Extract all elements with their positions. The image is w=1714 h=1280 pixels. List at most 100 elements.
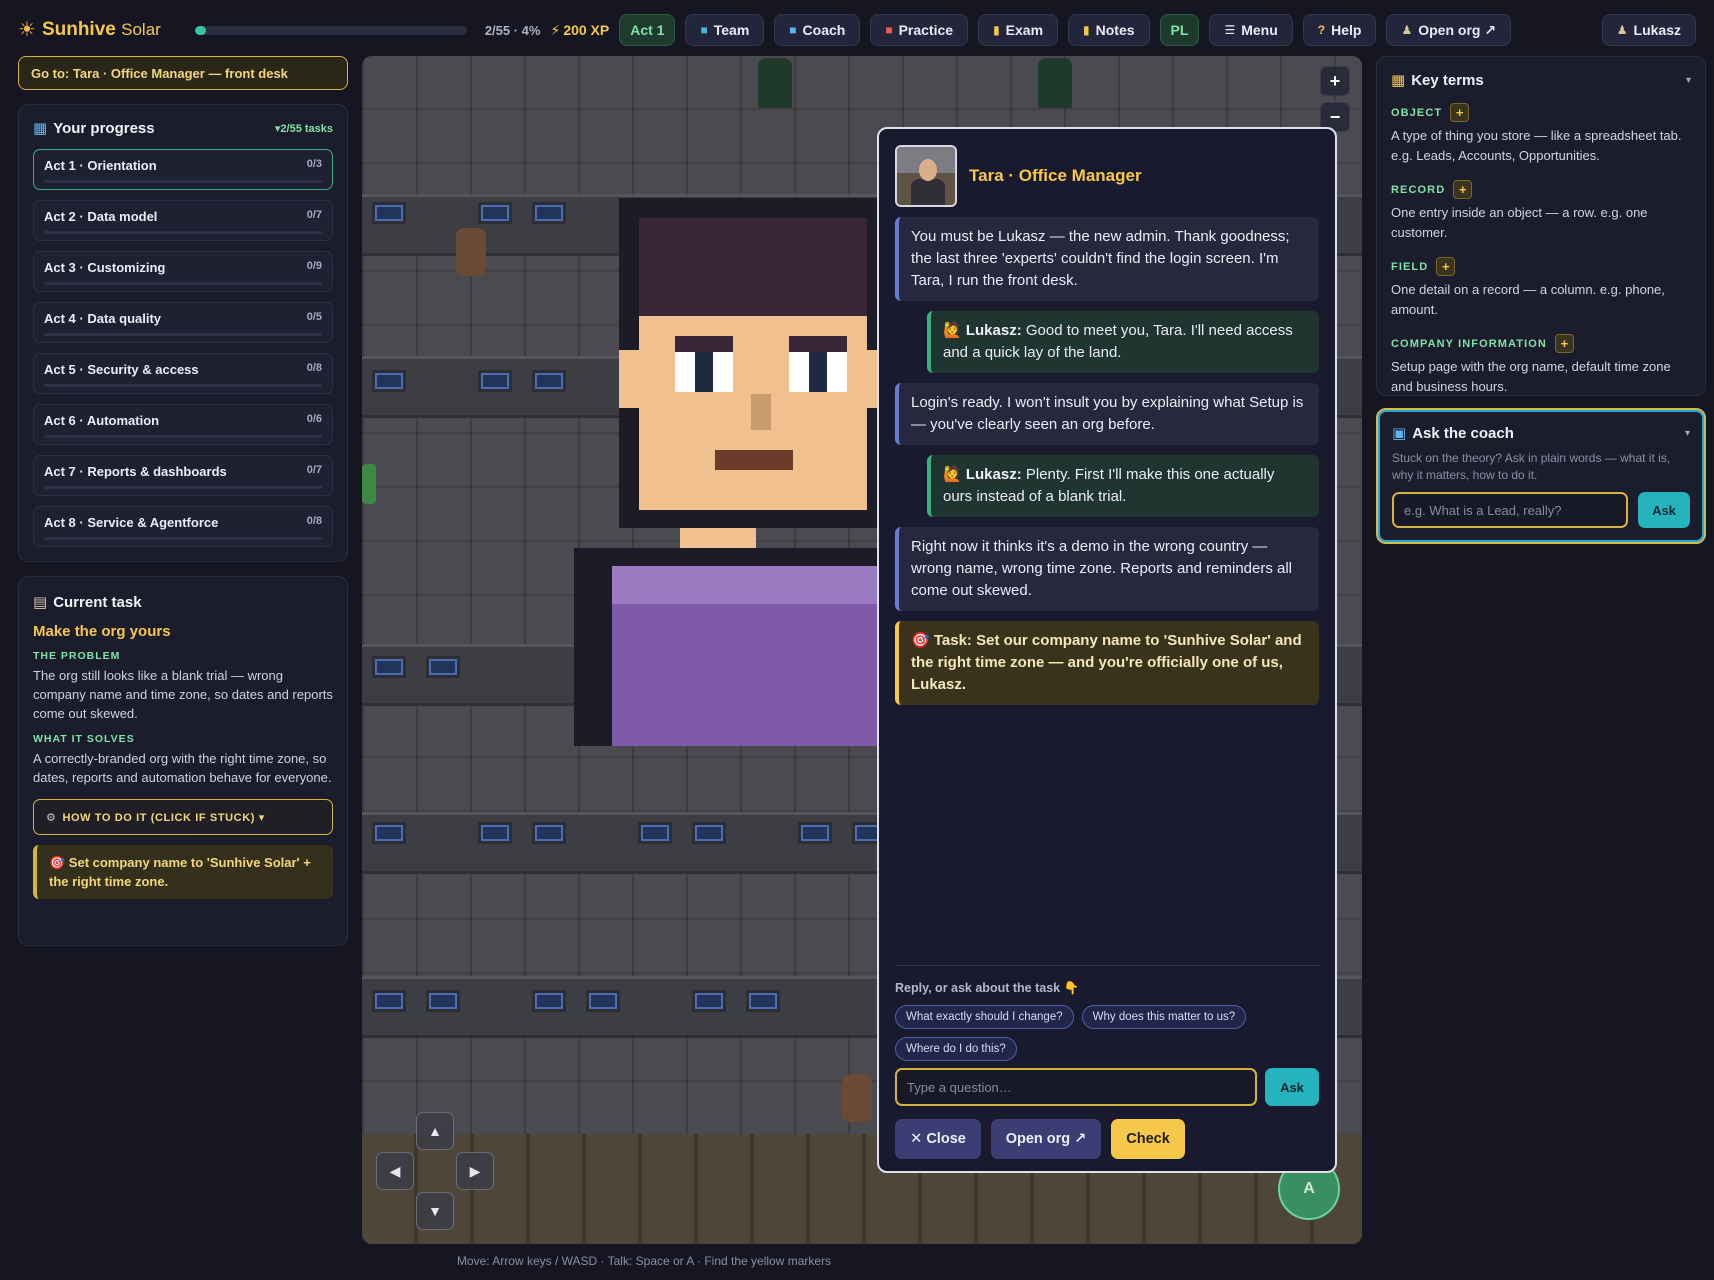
how-to-toggle[interactable]: ⚙ HOW TO DO IT (CLICK IF STUCK) ▾ bbox=[33, 799, 333, 835]
player-message: 🙋 Lukasz: Good to meet you, Tara. I'll n… bbox=[927, 311, 1319, 373]
npc-avatar bbox=[895, 145, 957, 207]
speaker-label: 🙋 Lukasz: bbox=[943, 466, 1022, 483]
goto-banner: Go to: Tara · Office Manager — front des… bbox=[18, 56, 348, 90]
npc-sprite[interactable] bbox=[456, 228, 486, 276]
open-org-button[interactable]: ♟ Open org ↗ bbox=[1386, 14, 1512, 46]
add-note-button[interactable]: + bbox=[1453, 180, 1473, 199]
npc-message: Login's ready. I won't insult you by exp… bbox=[895, 383, 1319, 445]
dpad-left-button[interactable]: ◀ bbox=[376, 1152, 414, 1190]
robot-icon: ▣ bbox=[1392, 425, 1407, 442]
suggestion-chip[interactable]: What exactly should I change? bbox=[895, 1005, 1074, 1029]
controls-hint: Move: Arrow keys / WASD · Talk: Space or… bbox=[456, 1254, 832, 1268]
monitor-sprite bbox=[532, 370, 566, 392]
suggestion-chip[interactable]: Where do I do this? bbox=[895, 1037, 1017, 1061]
reply-label: Reply, or ask about the task 👇 bbox=[895, 981, 1080, 995]
monitor-sprite bbox=[426, 990, 460, 1012]
monitor-sprite bbox=[798, 822, 832, 844]
person-icon: ♟ bbox=[1616, 23, 1628, 37]
progress-text: 2/55 · 4% bbox=[484, 22, 541, 38]
check-button[interactable]: Check bbox=[1111, 1119, 1185, 1159]
act-label: Act 3 · Customizing bbox=[44, 260, 166, 275]
user-button[interactable]: ♟ Lukasz bbox=[1601, 14, 1696, 46]
task-goal: 🎯 Set company name to 'Sunhive Solar' + … bbox=[33, 845, 333, 899]
act-item[interactable]: Act 2 · Data model 0/7 bbox=[33, 200, 333, 241]
act-count: 0/7 bbox=[306, 464, 322, 476]
coach-title: ▣ Ask the coach bbox=[1392, 424, 1514, 443]
exam-button[interactable]: ▮ Exam bbox=[978, 14, 1059, 46]
problem-text: The org still looks like a blank trial —… bbox=[33, 668, 333, 721]
question-input[interactable] bbox=[895, 1068, 1257, 1106]
monitor-sprite bbox=[372, 202, 406, 224]
key-terms-title: ▦ Key terms bbox=[1391, 71, 1484, 90]
language-toggle[interactable]: PL bbox=[1159, 14, 1200, 46]
player-message: 🙋 Lukasz: Plenty. First I'll make this o… bbox=[927, 455, 1319, 517]
act-count: 0/7 bbox=[306, 209, 322, 221]
act-item[interactable]: Act 5 · Security & access 0/8 bbox=[33, 353, 333, 394]
act-list: Act 1 · Orientation 0/3 Act 2 · Data model… bbox=[33, 149, 333, 547]
act-item[interactable]: Act 4 · Data quality 0/5 bbox=[33, 302, 333, 343]
coach-button[interactable]: ■ Coach bbox=[774, 14, 861, 46]
practice-button[interactable]: ■ Practice bbox=[870, 14, 969, 46]
chevron-down-icon[interactable]: ▾ bbox=[1686, 75, 1691, 86]
open-org-dialog-button[interactable]: Open org ↗ bbox=[991, 1119, 1101, 1159]
plant-sprite bbox=[1038, 58, 1072, 108]
act-item[interactable]: Act 1 · Orientation 0/3 bbox=[33, 149, 333, 190]
npc-sprite[interactable] bbox=[362, 464, 376, 504]
ask-button[interactable]: Ask bbox=[1265, 1068, 1319, 1106]
zoom-in-button[interactable]: + bbox=[1320, 66, 1350, 96]
act-label: Act 7 · Reports & dashboards bbox=[44, 464, 227, 479]
menu-button[interactable]: ☰ Menu bbox=[1209, 14, 1293, 46]
close-button[interactable]: ✕ Close bbox=[895, 1119, 981, 1159]
act-label: Act 1 · Orientation bbox=[44, 158, 157, 173]
act-label: Act 6 · Automation bbox=[44, 413, 160, 428]
add-note-button[interactable]: + bbox=[1450, 103, 1470, 122]
add-note-button[interactable]: + bbox=[1554, 334, 1574, 353]
term-definition: A type of thing you store — like a sprea… bbox=[1391, 128, 1682, 163]
act-count: 0/6 bbox=[306, 413, 322, 425]
npc-sprite[interactable] bbox=[842, 1074, 872, 1122]
act-badge: Act 1 bbox=[619, 14, 676, 46]
notes-button[interactable]: ▮ Notes bbox=[1068, 14, 1150, 46]
act-progress-bar bbox=[44, 231, 322, 234]
act-item[interactable]: Act 3 · Customizing 0/9 bbox=[33, 251, 333, 292]
term-list: OBJECT + A type of thing you store — like … bbox=[1391, 103, 1691, 397]
top-bar: ☀ Sunhive Solar 2/55 · 4% ⚡ 200 XP Act 1 … bbox=[0, 0, 1714, 60]
term-definition: Setup page with the org name, default ti… bbox=[1391, 359, 1671, 394]
act-count: 0/8 bbox=[306, 515, 322, 527]
person-icon: ♟ bbox=[1401, 23, 1413, 37]
target-icon: ■ bbox=[885, 23, 893, 37]
dpad-down-button[interactable]: ▼ bbox=[416, 1192, 454, 1230]
robot-icon: ■ bbox=[789, 23, 797, 37]
act-progress-bar bbox=[44, 486, 322, 489]
task-message: 🎯 Task: Set our company name to 'Sunhive… bbox=[895, 621, 1319, 705]
message-list: You must be Lukasz — the new admin. Than… bbox=[895, 217, 1319, 705]
monitor-sprite bbox=[532, 202, 566, 224]
act-progress-bar bbox=[44, 282, 322, 285]
monitor-sprite bbox=[586, 990, 620, 1012]
coach-ask-button[interactable]: Ask bbox=[1638, 492, 1690, 528]
suggestion-chip[interactable]: Why does this matter to us? bbox=[1081, 1005, 1247, 1029]
ask-coach-panel: ▣ Ask the coach ▾ Stuck on the theory? As… bbox=[1376, 408, 1706, 544]
tasks-count[interactable]: ▾2/55 tasks bbox=[275, 122, 333, 135]
monitor-sprite bbox=[372, 656, 406, 678]
term-name: COMPANY INFORMATION bbox=[1391, 337, 1547, 350]
act-item[interactable]: Act 7 · Reports & dashboards 0/7 bbox=[33, 455, 333, 496]
term-name: OBJECT bbox=[1391, 106, 1443, 119]
speaker-label: 🎯 Task: bbox=[911, 632, 972, 649]
dpad-right-button[interactable]: ▶ bbox=[456, 1152, 494, 1190]
speaker-label: 🙋 Lukasz: bbox=[943, 322, 1022, 339]
dpad-up-button[interactable]: ▲ bbox=[416, 1112, 454, 1150]
act-item[interactable]: Act 8 · Service & Agentforce 0/8 bbox=[33, 506, 333, 547]
add-note-button[interactable]: + bbox=[1436, 257, 1456, 276]
team-button[interactable]: ■ Team bbox=[685, 14, 765, 46]
clipboard-icon: ▤ bbox=[33, 594, 48, 611]
monitor-sprite bbox=[746, 990, 780, 1012]
act-item[interactable]: Act 6 · Automation 0/6 bbox=[33, 404, 333, 445]
chevron-down-icon[interactable]: ▾ bbox=[1685, 428, 1690, 439]
act-count: 0/8 bbox=[306, 362, 322, 374]
monitor-sprite bbox=[478, 202, 512, 224]
coach-input[interactable] bbox=[1392, 492, 1628, 528]
monitor-sprite bbox=[478, 822, 512, 844]
help-button[interactable]: ? Help bbox=[1302, 14, 1377, 46]
bolt-icon: ⚡ bbox=[550, 21, 561, 38]
